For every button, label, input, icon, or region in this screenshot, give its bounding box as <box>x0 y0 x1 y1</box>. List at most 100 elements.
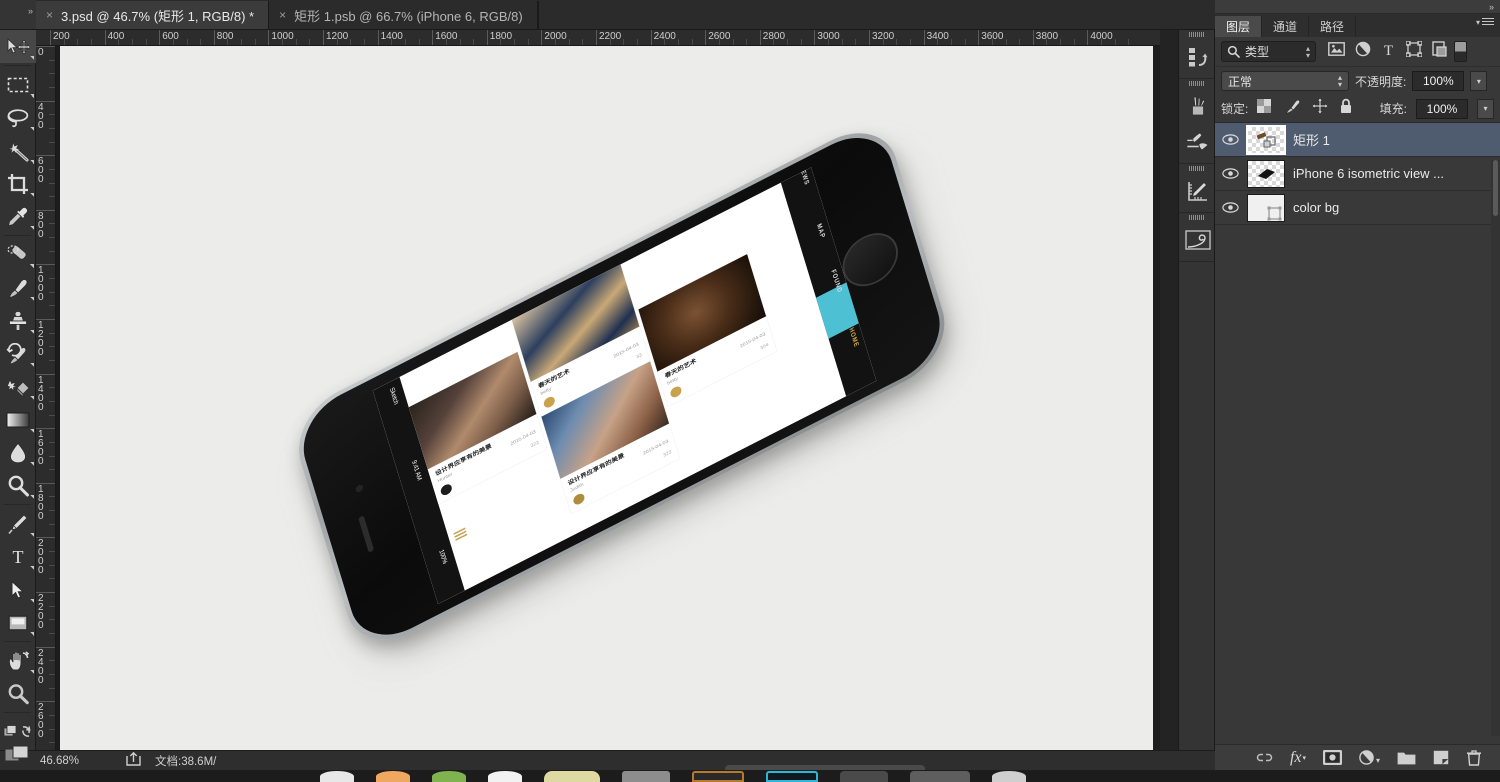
horizontal-ruler[interactable]: 200 400 600 800 1000 1200 1400 1600 1800 2000 2200… <box>36 30 1160 46</box>
opacity-input[interactable]: 100% <box>1412 71 1465 91</box>
dock-item-notes[interactable] <box>544 771 600 782</box>
type-tool[interactable]: T <box>0 540 36 573</box>
fill-input[interactable]: 100% <box>1416 98 1468 119</box>
lock-transparency-icon[interactable] <box>1257 99 1272 118</box>
dock-item-finder[interactable] <box>320 771 354 782</box>
tab-document-0[interactable]: × 3.psd @ 46.7% (矩形 1, RGB/8) * <box>36 1 270 29</box>
tab-document-1[interactable]: × 矩形 1.psb @ 66.7% (iPhone 6, RGB/8) <box>269 1 538 29</box>
dock-item-app-dark2[interactable] <box>910 771 970 782</box>
layers-scrollbar[interactable] <box>1491 160 1500 736</box>
blend-mode-select[interactable]: 正常 ▴ ▾ <box>1221 71 1349 91</box>
filter-toggle-icon[interactable] <box>1454 41 1467 62</box>
nav-tab-home[interactable]: HOME <box>847 327 859 349</box>
tabbar-left-scroll[interactable]: » <box>0 0 36 29</box>
dock-item-app-white[interactable] <box>488 771 522 782</box>
lock-all-icon[interactable] <box>1339 98 1353 119</box>
panel-grip[interactable] <box>1179 30 1214 39</box>
layer-thumbnail[interactable] <box>1246 124 1286 155</box>
layer-thumbnail[interactable] <box>1247 193 1285 222</box>
lock-image-icon[interactable] <box>1282 99 1301 119</box>
layer-mask-icon[interactable] <box>1323 750 1342 765</box>
paths-shape-icon[interactable] <box>1179 222 1216 258</box>
adjustment-layer-icon[interactable]: ▾ <box>1359 750 1380 765</box>
image-filter-icon[interactable] <box>1328 42 1345 61</box>
canvas-area[interactable]: Sketch 9:41 AM 100% 设计界应享有的美景 Hunter 201… <box>56 46 1160 755</box>
panel-grip[interactable] <box>1179 79 1214 88</box>
clone-stamp-tool[interactable] <box>0 304 36 337</box>
type-filter-icon[interactable]: T <box>1381 41 1396 62</box>
brush-tool[interactable] <box>0 271 36 304</box>
library-icon[interactable] <box>1179 39 1216 75</box>
dock-item-app-orange[interactable] <box>692 771 744 782</box>
feed-card[interactable]: 春天的艺术 betty 2015-04-03 354 <box>638 254 777 407</box>
panel-menu-icon[interactable]: ▾ <box>1476 18 1494 27</box>
tab-paths[interactable]: 路径 <box>1309 16 1357 37</box>
rectangle-tool[interactable] <box>0 606 36 639</box>
panel-expand-bar[interactable]: » <box>1215 0 1500 14</box>
layer-name[interactable]: 矩形 1 <box>1293 130 1330 149</box>
dock-item-app-dark[interactable] <box>840 771 888 782</box>
close-icon[interactable]: × <box>279 9 286 21</box>
brush-presets-icon[interactable] <box>1179 88 1216 124</box>
crop-tool[interactable] <box>0 167 36 200</box>
eye-icon[interactable] <box>1221 134 1239 145</box>
opacity-dropdown-arrow[interactable]: ▾ <box>1470 71 1488 91</box>
stepper-icon[interactable]: ▴ ▾ <box>1338 74 1342 89</box>
path-selection-tool[interactable] <box>0 573 36 606</box>
tab-channels[interactable]: 通道 <box>1262 16 1310 37</box>
artboard[interactable]: Sketch 9:41 AM 100% 设计界应享有的美景 Hunter 201… <box>60 46 1153 755</box>
layer-row-1[interactable]: iPhone 6 isometric view ... <box>1215 157 1500 191</box>
adjustment-filter-icon[interactable] <box>1355 41 1371 62</box>
dock-item-app-grey[interactable] <box>622 771 670 782</box>
zoom-level[interactable]: 46.68% <box>40 755 112 767</box>
pen-tool[interactable] <box>0 507 36 540</box>
share-icon[interactable] <box>126 751 141 769</box>
eraser-tool[interactable] <box>0 370 36 403</box>
dock-item-app-green[interactable] <box>432 771 466 782</box>
layer-name[interactable]: iPhone 6 isometric view ... <box>1293 166 1444 181</box>
gradient-tool[interactable] <box>0 403 36 436</box>
layer-row-0[interactable]: 矩形 1 <box>1215 123 1500 157</box>
rectangular-marquee-tool[interactable] <box>0 68 36 101</box>
scrollbar-thumb[interactable] <box>1493 160 1498 216</box>
iphone-mockup[interactable]: Sketch 9:41 AM 100% 设计界应享有的美景 Hunter 201… <box>287 109 992 743</box>
layer-name[interactable]: color bg <box>1293 200 1339 215</box>
new-group-icon[interactable] <box>1397 751 1416 765</box>
screen-mode-icon[interactable] <box>4 745 30 768</box>
blur-tool[interactable] <box>0 436 36 469</box>
dock-item-launchpad[interactable] <box>376 771 410 782</box>
dock-item-app-grey2[interactable] <box>992 771 1026 782</box>
dodge-tool[interactable] <box>0 469 36 502</box>
hand-tool[interactable] <box>0 644 36 677</box>
vertical-ruler[interactable]: 0 400 600 800 1000 1200 1400 1600 1800 2000 2200 24… <box>36 46 56 755</box>
magic-wand-tool[interactable] <box>0 134 36 167</box>
history-brush-tool[interactable] <box>0 337 36 370</box>
layer-row-2[interactable]: color bg <box>1215 191 1500 225</box>
mac-dock[interactable] <box>0 770 1500 782</box>
lasso-tool[interactable] <box>0 101 36 134</box>
layer-thumbnail[interactable] <box>1247 159 1285 188</box>
layer-style-fx-icon[interactable]: fx ▾ <box>1290 749 1306 767</box>
stepper-icon[interactable]: ▴ ▾ <box>1306 44 1310 59</box>
eye-icon[interactable] <box>1221 202 1239 213</box>
move-tool[interactable] <box>0 30 36 63</box>
measurement-log-icon[interactable] <box>1179 173 1216 209</box>
smart-object-filter-icon[interactable] <box>1432 40 1448 63</box>
fill-dropdown-arrow[interactable]: ▾ <box>1477 98 1494 119</box>
document-size-label[interactable]: 文档:38.6M/ <box>155 753 216 769</box>
shape-filter-icon[interactable] <box>1405 40 1423 62</box>
brush-settings-icon[interactable] <box>1179 124 1216 160</box>
delete-layer-icon[interactable] <box>1466 749 1482 766</box>
edit-toolbar-button[interactable] <box>0 715 36 748</box>
spot-healing-brush-tool[interactable] <box>0 238 36 271</box>
eyedropper-tool[interactable] <box>0 200 36 233</box>
eye-icon[interactable] <box>1221 168 1239 179</box>
filter-kind-select[interactable]: 类型 ▴ ▾ <box>1221 41 1316 62</box>
panel-grip[interactable] <box>1179 213 1214 222</box>
new-layer-icon[interactable] <box>1433 750 1449 765</box>
tab-layers[interactable]: 图层 <box>1215 16 1263 37</box>
link-layers-icon[interactable] <box>1256 751 1273 764</box>
panel-grip[interactable] <box>1179 164 1214 173</box>
dock-item-app-cyan[interactable] <box>766 771 818 782</box>
lock-position-icon[interactable] <box>1311 97 1329 119</box>
